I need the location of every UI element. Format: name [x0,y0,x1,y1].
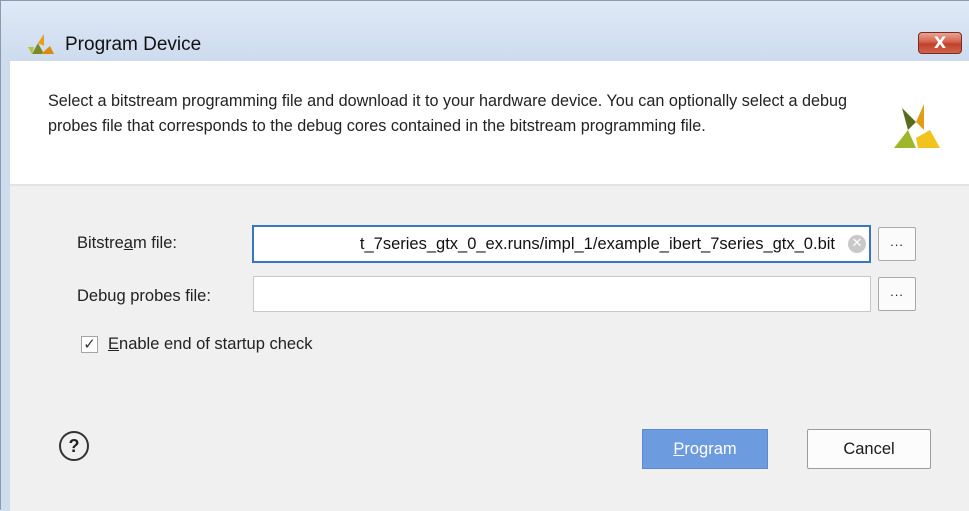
debug-probes-file-label: Debug probes file: [77,287,211,306]
debug-probes-file-input[interactable] [253,276,871,312]
bitstream-label-mnemonic: a [123,234,133,252]
cancel-button[interactable]: Cancel [807,429,931,469]
window-title: Program Device [65,34,202,55]
dialog-description: Select a bitstream programming file and … [48,92,848,135]
debug-label-part: probes file: [125,287,211,305]
dialog-body: Select a bitstream programming file and … [10,61,969,511]
vivado-logo-icon [894,104,940,148]
program-device-dialog: Program Device X Select a bitstream prog… [0,0,969,511]
bitstream-file-label: Bitstream file: [77,234,177,253]
description-panel: Select a bitstream programming file and … [10,61,969,186]
program-button[interactable]: Program [642,429,768,469]
debug-label-mnemonic: g [116,287,126,305]
startup-check-label[interactable]: Enable end of startup check [108,335,313,354]
close-button[interactable]: X [918,32,962,54]
startup-check-checkbox[interactable]: ✓ [81,336,98,353]
bitstream-file-input[interactable]: ✕ [252,225,871,263]
startup-check-text: nable end of startup check [119,335,313,353]
vivado-logo-icon [28,34,54,54]
bitstream-file-value[interactable] [255,227,835,261]
debug-probes-browse-button[interactable]: ... [878,277,916,311]
startup-check-mnemonic: E [108,335,120,353]
debug-probes-file-value[interactable] [255,277,835,311]
bitstream-label-part: Bitstre [77,234,124,252]
debug-label-part: Debu [77,287,117,305]
window-frame-left [1,61,10,511]
help-icon[interactable]: ? [59,431,89,461]
program-mnemonic: P [673,440,685,458]
bitstream-browse-button[interactable]: ... [878,227,916,261]
program-label: rogram [684,440,737,458]
clear-icon[interactable]: ✕ [848,235,866,253]
bitstream-label-part: m file: [132,234,177,252]
